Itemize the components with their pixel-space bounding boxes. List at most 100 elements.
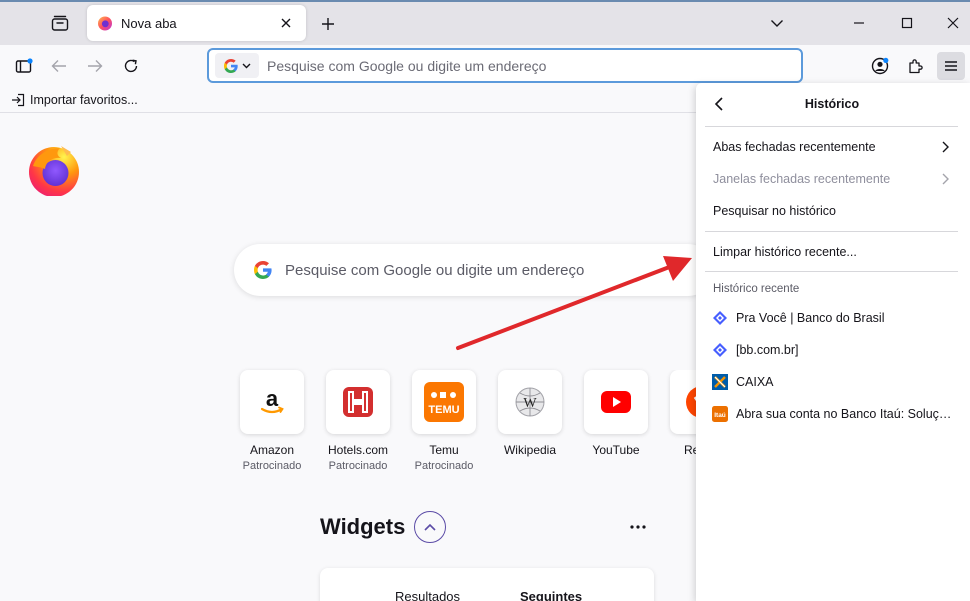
maximize-button[interactable] (894, 10, 920, 36)
widget-tab-results[interactable]: Resultados (395, 589, 460, 601)
banco-do-brasil-icon (712, 342, 728, 358)
new-tab-button[interactable] (316, 12, 340, 36)
google-icon (254, 261, 272, 279)
chevron-right-icon (938, 140, 952, 154)
search-history-item[interactable]: Pesquisar no histórico (705, 197, 958, 225)
close-window-button[interactable] (940, 10, 966, 36)
newtab-search-input[interactable] (285, 261, 714, 279)
account-icon (871, 57, 889, 75)
top-site-wikipedia[interactable]: W Wikipedia (492, 370, 568, 460)
history-panel: Histórico Abas fechadas recentemente Jan… (696, 83, 970, 601)
url-input[interactable] (267, 57, 801, 74)
menu-item-label: Limpar histórico recente... (713, 245, 857, 259)
panel-header: Histórico (696, 83, 970, 126)
close-tab-button[interactable] (276, 13, 296, 33)
minimize-button[interactable] (846, 10, 872, 36)
tile-label: Hotels.com (327, 443, 389, 457)
widgets-collapse-button[interactable] (414, 511, 446, 543)
tab-nova-aba[interactable]: Nova aba (87, 5, 306, 41)
sidebar-icon (15, 58, 33, 73)
divider (705, 126, 958, 127)
menu-item-label: Pesquisar no histórico (713, 204, 836, 218)
history-item-label: Abra sua conta no Banco Itaú: Soluções p… (736, 407, 958, 421)
tile-icon-box: a (240, 370, 304, 434)
widget-card: Resultados Seguintes (320, 568, 654, 601)
recently-closed-windows-item[interactable]: Janelas fechadas recentemente (705, 165, 958, 193)
list-all-tabs-button[interactable] (764, 10, 790, 36)
chevron-down-icon (771, 20, 783, 27)
temu-icon: TEMU (424, 382, 464, 422)
back-button[interactable] (45, 52, 73, 80)
amazon-icon: a (260, 387, 284, 414)
tile-sponsored-label: Patrocinado (414, 460, 474, 472)
sidebar-button[interactable] (10, 52, 38, 80)
arrow-right-icon (88, 60, 103, 72)
plus-icon (322, 18, 334, 30)
arrow-left-icon (51, 60, 66, 72)
close-window-icon (947, 17, 959, 29)
reload-button[interactable] (117, 52, 145, 80)
itau-icon: Itaú (712, 406, 728, 422)
close-icon (281, 18, 291, 28)
svg-text:a: a (266, 387, 279, 411)
tile-label: YouTube (592, 443, 640, 457)
history-item[interactable]: Itaú Abra sua conta no Banco Itaú: Soluç… (705, 400, 958, 428)
window-top-border (0, 0, 970, 2)
tile-icon-box: W (498, 370, 562, 434)
tile-icon-box (326, 370, 390, 434)
clear-recent-history-item[interactable]: Limpar histórico recente... (705, 238, 958, 266)
search-engine-button[interactable] (215, 53, 259, 78)
import-icon (12, 93, 25, 107)
google-icon (223, 58, 238, 73)
extensions-button[interactable] (902, 52, 930, 80)
tab-strip: Nova aba (0, 0, 970, 45)
recently-closed-tabs-item[interactable]: Abas fechadas recentemente (705, 133, 958, 161)
newtab-search-box[interactable] (234, 244, 714, 296)
firefox-view-icon (51, 15, 69, 31)
tile-icon-box (584, 370, 648, 434)
tile-label: Temu (429, 443, 459, 457)
svg-text:TEMU: TEMU (428, 404, 459, 416)
top-site-amazon[interactable]: a Amazon Patrocinado (234, 370, 310, 472)
import-bookmarks-button[interactable]: Importar favoritos... (11, 91, 138, 109)
widgets-heading: Widgets (320, 514, 406, 539)
divider (705, 231, 958, 232)
address-bar[interactable] (207, 48, 803, 83)
recent-history-heading: Histórico recente (713, 283, 800, 295)
chevron-down-icon (242, 63, 250, 68)
divider (705, 271, 958, 272)
panel-title: Histórico (804, 97, 860, 111)
top-site-youtube[interactable]: YouTube (578, 370, 654, 460)
widgets-more-button[interactable] (626, 517, 650, 537)
tile-label: Amazon (249, 443, 295, 457)
tile-icon-box: TEMU (412, 370, 476, 434)
chevron-right-icon (938, 172, 952, 186)
svg-text:W: W (523, 396, 537, 411)
tile-label: Wikipedia (503, 443, 557, 457)
hamburger-menu-icon (945, 61, 957, 71)
wikipedia-icon: W (515, 387, 545, 417)
puzzle-icon (909, 59, 923, 74)
reload-icon (124, 59, 138, 73)
history-item[interactable]: CAIXA (705, 368, 958, 396)
tile-sponsored-label: Patrocinado (242, 460, 302, 472)
history-item[interactable]: [bb.com.br] (705, 336, 958, 364)
maximize-icon (901, 17, 913, 29)
widget-tab-following[interactable]: Seguintes (520, 589, 582, 601)
history-item[interactable]: Pra Você | Banco do Brasil (705, 304, 958, 332)
forward-button[interactable] (81, 52, 109, 80)
app-menu-button[interactable] (937, 52, 965, 80)
top-site-hotels[interactable]: Hotels.com Patrocinado (320, 370, 396, 472)
history-item-label: [bb.com.br] (736, 343, 799, 357)
history-item-label: Pra Você | Banco do Brasil (736, 311, 885, 325)
menu-item-label: Abas fechadas recentemente (713, 140, 876, 154)
account-button[interactable] (866, 52, 894, 80)
banco-do-brasil-icon (712, 310, 728, 326)
firefox-icon (97, 15, 113, 31)
hotels-icon (343, 387, 373, 417)
navigation-toolbar (0, 45, 970, 87)
top-site-temu[interactable]: TEMU Temu Patrocinado (406, 370, 482, 472)
youtube-icon (601, 391, 631, 413)
svg-text:Itaú: Itaú (714, 412, 726, 419)
firefox-view-button[interactable] (48, 12, 72, 34)
